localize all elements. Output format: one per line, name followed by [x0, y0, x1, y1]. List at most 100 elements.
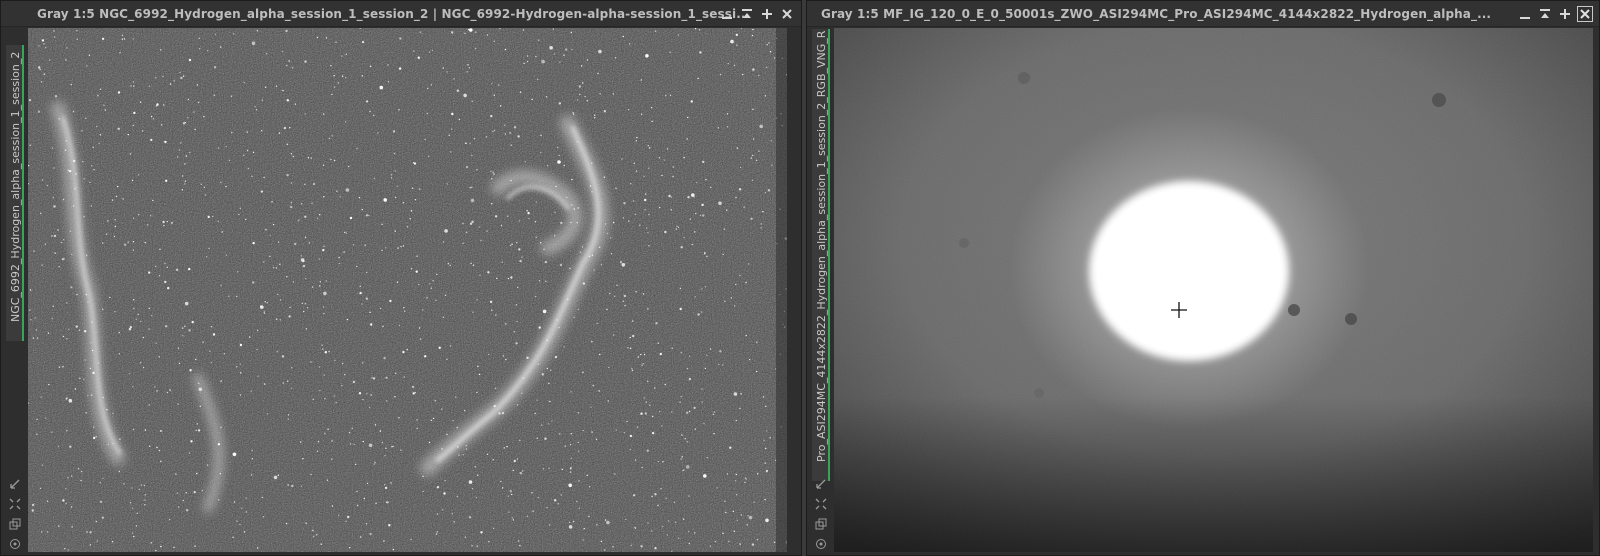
- minimize-button[interactable]: [719, 6, 735, 22]
- clone-view-button[interactable]: [8, 517, 22, 531]
- star: [535, 236, 537, 238]
- star: [310, 361, 312, 363]
- zoom-fit-button[interactable]: [8, 497, 22, 511]
- star: [572, 112, 574, 114]
- star: [536, 437, 538, 439]
- star: [395, 372, 397, 374]
- star: [40, 212, 42, 214]
- star: [762, 210, 764, 213]
- star: [476, 299, 478, 301]
- star: [272, 223, 275, 226]
- maximize-button[interactable]: [1557, 6, 1573, 22]
- star: [419, 31, 421, 33]
- image-window-left[interactable]: Gray 1:5 NGC_6992_Hydrogen_alpha_session…: [0, 0, 802, 556]
- star: [526, 55, 529, 57]
- star: [92, 371, 95, 375]
- star: [659, 206, 661, 209]
- fit-view-button[interactable]: [8, 477, 22, 491]
- image-view-flat[interactable]: [834, 28, 1593, 552]
- shade-button[interactable]: [739, 6, 755, 22]
- star: [477, 365, 479, 367]
- star: [710, 186, 712, 189]
- star: [634, 213, 637, 215]
- star: [709, 545, 712, 547]
- nebula-image[interactable]: [28, 28, 787, 552]
- view-options-button[interactable]: [814, 537, 828, 551]
- star: [702, 160, 705, 164]
- star: [92, 146, 94, 148]
- star: [691, 193, 695, 197]
- star: [155, 549, 157, 552]
- star: [294, 242, 297, 246]
- title-bar[interactable]: Gray 1:5 NGC_6992_Hydrogen_alpha_session…: [1, 1, 801, 27]
- star: [558, 326, 560, 329]
- star: [316, 36, 319, 39]
- star: [300, 203, 303, 205]
- star: [644, 412, 647, 415]
- minimize-button[interactable]: [1517, 6, 1533, 22]
- star: [513, 459, 516, 463]
- star: [389, 299, 392, 303]
- star: [765, 405, 767, 407]
- star: [595, 438, 598, 441]
- star: [323, 113, 325, 115]
- maximize-button[interactable]: [759, 6, 775, 22]
- image-window-right[interactable]: Gray 1:5 MF_IG_120_0_E_0_50001s_ZWO_ASI2…: [806, 0, 1600, 556]
- star: [671, 347, 673, 349]
- star: [622, 300, 624, 302]
- star: [168, 518, 171, 521]
- star: [647, 308, 649, 310]
- star: [132, 217, 135, 219]
- star: [311, 202, 313, 204]
- star: [688, 495, 690, 497]
- star: [476, 545, 478, 547]
- star: [544, 260, 548, 264]
- star: [436, 531, 438, 533]
- star: [571, 48, 573, 51]
- image-id-tab[interactable]: NGC_6992_Hydrogen_alpha_session_1_sessio…: [6, 45, 24, 341]
- star: [165, 325, 168, 328]
- star: [52, 305, 54, 307]
- view-options-button[interactable]: [8, 537, 22, 551]
- flat-frame-image[interactable]: [834, 28, 1593, 552]
- star: [672, 175, 674, 178]
- star: [304, 303, 307, 305]
- star: [220, 284, 222, 287]
- close-button[interactable]: [1577, 6, 1593, 22]
- star: [176, 156, 179, 158]
- star: [187, 117, 189, 119]
- star: [286, 173, 289, 177]
- star: [704, 367, 707, 370]
- star: [220, 426, 222, 428]
- star: [570, 31, 572, 34]
- star: [582, 429, 584, 432]
- star: [561, 468, 563, 471]
- zoom-fit-button[interactable]: [814, 497, 828, 511]
- shade-button[interactable]: [1537, 6, 1553, 22]
- star: [114, 311, 116, 313]
- star: [31, 503, 35, 507]
- title-bar[interactable]: Gray 1:5 MF_IG_120_0_E_0_50001s_ZWO_ASI2…: [807, 1, 1599, 27]
- image-id-tab[interactable]: Pro_ASI294MC_4144x2822_Hydrogen_alpha_se…: [812, 29, 830, 481]
- star: [33, 250, 35, 252]
- star: [773, 541, 776, 543]
- star: [188, 452, 191, 454]
- star: [207, 50, 209, 52]
- star: [471, 100, 473, 103]
- close-button[interactable]: [779, 6, 795, 22]
- star: [160, 49, 162, 51]
- star: [666, 534, 669, 536]
- star: [344, 231, 346, 234]
- star: [471, 545, 473, 547]
- star: [331, 93, 333, 96]
- star: [531, 492, 533, 494]
- star: [359, 285, 361, 287]
- star: [144, 241, 146, 244]
- clone-view-button[interactable]: [814, 517, 828, 531]
- star: [398, 67, 402, 70]
- star: [551, 420, 553, 422]
- star: [467, 64, 469, 66]
- image-view-nebula[interactable]: [28, 28, 787, 552]
- star: [532, 510, 534, 512]
- fit-view-button[interactable]: [814, 477, 828, 491]
